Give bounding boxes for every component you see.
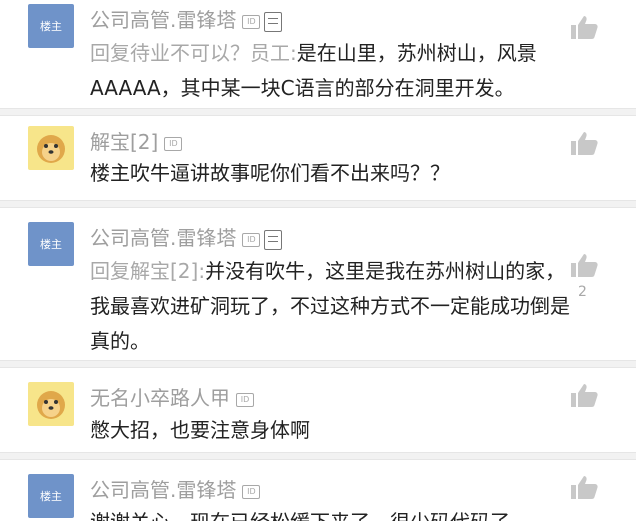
comment-item: 无名小卒路人甲 ID 憋大招，也要注意身体啊: [0, 368, 636, 452]
id-badge-icon: ID: [242, 232, 261, 247]
comment-text: 楼主吹牛逼讲故事呢你们看不出来吗？？: [90, 161, 450, 185]
avatar[interactable]: 楼主: [28, 474, 74, 518]
thumbs-up-icon[interactable]: [569, 474, 599, 500]
username[interactable]: 公司高管.雷锋塔 ID: [90, 474, 261, 503]
comment-item: 解宝[2] ID 楼主吹牛逼讲故事呢你们看不出来吗？？: [0, 116, 636, 200]
comment-text: 回复解宝[2]:并没有吹牛，这里是我在苏州树山的家，我最喜欢进矿洞玩了，不过这种…: [90, 254, 570, 359]
username[interactable]: 公司高管.雷锋塔 ID: [90, 4, 283, 33]
comment-item: 楼主 公司高管.雷锋塔 ID 谢谢关心，现在已经松缓下来了，很少码代码了: [0, 460, 636, 521]
avatar[interactable]: 楼主: [28, 4, 74, 48]
id-badge-icon: ID: [242, 14, 261, 29]
avatar[interactable]: [28, 126, 74, 170]
comment-item: 楼主 公司高管.雷锋塔 ID 回复解宝[2]:并没有吹牛，这里是我在苏州树山的家，…: [0, 208, 636, 360]
id-badge-icon: ID: [164, 136, 183, 151]
separator: [0, 200, 636, 208]
comment-text: 回复待业不可以？员工:是在山里，苏州树山，风景AAAAA，其中某一块C语言的部分…: [90, 36, 570, 106]
username-text[interactable]: 解宝[2]: [90, 130, 158, 154]
separator: [0, 452, 636, 460]
id-badge-icon: ID: [242, 484, 261, 499]
separator: [0, 108, 636, 116]
thumbs-up-icon[interactable]: [569, 130, 599, 156]
like-count: 2: [578, 284, 587, 300]
separator: [0, 360, 636, 368]
comment-text: 憋大招，也要注意身体啊: [90, 418, 310, 442]
comment-text: 谢谢关心，现在已经松缓下来了，很少码代码了: [90, 505, 570, 521]
username[interactable]: 无名小卒路人甲 ID: [90, 382, 254, 411]
username[interactable]: 解宝[2] ID: [90, 126, 183, 155]
thumbs-up-icon[interactable]: [569, 252, 599, 278]
username-text[interactable]: 无名小卒路人甲: [90, 386, 230, 410]
avatar[interactable]: 楼主: [28, 222, 74, 266]
comment-item: 楼主 公司高管.雷锋塔 ID 回复待业不可以？员工:是在山里，苏州树山，风景AAA…: [0, 0, 636, 110]
reply-prefix[interactable]: 回复解宝[2]:: [90, 259, 205, 283]
cartoon-face-icon: [37, 135, 65, 163]
username-text[interactable]: 公司高管.雷锋塔: [90, 8, 236, 32]
avatar[interactable]: [28, 382, 74, 426]
document-icon: [264, 229, 283, 250]
username-text[interactable]: 公司高管.雷锋塔: [90, 226, 236, 250]
thumbs-up-icon[interactable]: [569, 382, 599, 408]
id-badge-icon: ID: [236, 392, 254, 407]
reply-prefix[interactable]: 回复待业不可以？员工:: [90, 41, 297, 65]
cartoon-face-icon: [37, 391, 65, 419]
document-icon: [264, 11, 283, 32]
thumbs-up-icon[interactable]: [569, 14, 599, 40]
username[interactable]: 公司高管.雷锋塔 ID: [90, 222, 283, 251]
username-text[interactable]: 公司高管.雷锋塔: [90, 478, 236, 502]
